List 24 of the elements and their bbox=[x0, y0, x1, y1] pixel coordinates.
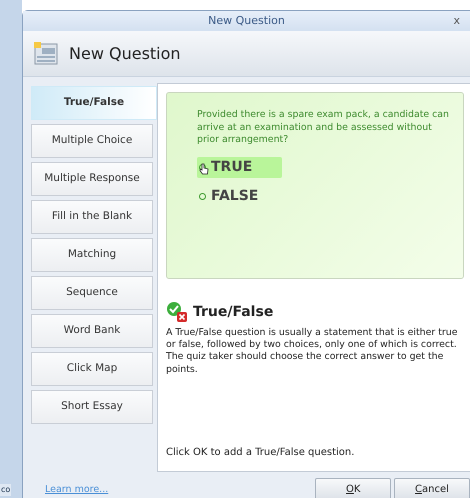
question-type-tab[interactable]: Short Essay bbox=[31, 390, 153, 424]
window-title: New Question bbox=[208, 12, 285, 29]
close-button[interactable]: x bbox=[449, 13, 464, 30]
hint-text: Click OK to add a True/False question. bbox=[166, 446, 356, 460]
hand-cursor-icon bbox=[199, 163, 209, 176]
background-text: co bbox=[0, 484, 12, 496]
question-type-tab[interactable]: Sequence bbox=[31, 276, 153, 310]
question-type-tab[interactable]: Click Map bbox=[31, 352, 153, 386]
check-cross-icon bbox=[166, 301, 188, 323]
form-icon bbox=[33, 40, 59, 66]
question-type-tab[interactable]: Multiple Response bbox=[31, 162, 153, 196]
description-title: True/False bbox=[193, 302, 274, 322]
dialog-button[interactable]: Cancel bbox=[394, 478, 470, 498]
question-type-tab[interactable]: True/False bbox=[31, 86, 157, 120]
dialog-heading: New Question bbox=[69, 42, 181, 64]
answer-option[interactable]: TRUE bbox=[197, 157, 282, 178]
dialog-button[interactable]: OK bbox=[315, 478, 392, 498]
question-type-tab[interactable]: Word Bank bbox=[31, 314, 153, 348]
question-type-tab[interactable]: Matching bbox=[31, 238, 153, 272]
question-type-tab[interactable]: Fill in the Blank bbox=[31, 200, 153, 234]
question-type-tab[interactable]: Multiple Choice bbox=[31, 124, 153, 158]
description-text: A True/False question is usually a statement that is either true or false, followed by two choices, only one of which is correct. The quiz taker should choose the correct answer to get the points. bbox=[166, 327, 458, 376]
answer-option[interactable]: FALSE bbox=[197, 186, 288, 208]
question-text: Provided there is a spare exam pack, a candidate can arrive at an examination and be assessed without prior arrangement? bbox=[197, 109, 450, 148]
